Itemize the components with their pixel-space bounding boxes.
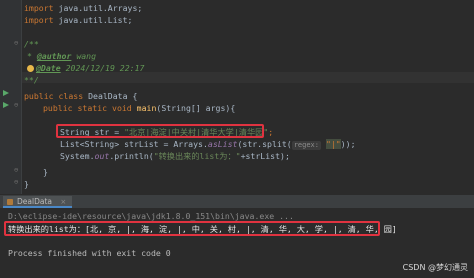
list-decl-text: List<String> strList = Arrays. xyxy=(60,139,208,149)
close-brace: } xyxy=(43,167,48,177)
split-arg: "|" xyxy=(325,139,341,149)
import-arrays-text: java.util.Arrays; xyxy=(58,3,143,13)
javadoc-open: /** xyxy=(24,39,39,49)
code-line-main-method: public static void main(String[] args){ xyxy=(43,103,235,114)
editor-gutter: ⊖ ⊖ ⊖ ⊖ xyxy=(0,0,22,194)
method-name: main xyxy=(136,103,157,113)
code-line-class-decl: public class DealData { xyxy=(24,91,137,102)
code-line-close-method: } xyxy=(43,167,48,178)
println-end: +strList); xyxy=(240,151,290,161)
fold-marker-icon[interactable]: ⊖ xyxy=(14,40,18,47)
import-list-text: java.util.List; xyxy=(58,15,133,25)
fold-marker-icon[interactable]: ⊖ xyxy=(14,179,18,186)
close-tab-icon[interactable]: × xyxy=(60,198,66,206)
code-line-date: @Date 2024/12/19 22:17 xyxy=(27,63,144,74)
close-brace: } xyxy=(24,179,29,189)
fold-marker-icon[interactable]: ⊖ xyxy=(14,102,18,109)
system-class: System. xyxy=(60,151,95,161)
list-decl-end: )); xyxy=(340,139,356,149)
watermark-text: CSDN @梦幻通灵 xyxy=(402,263,468,272)
code-line-list-decl: List<String> strList = Arrays.asList(str… xyxy=(60,139,356,150)
author-tag: @auth xyxy=(36,51,62,61)
highlight-box-output xyxy=(4,221,380,236)
code-line-close-class: } xyxy=(24,179,29,190)
tab-dealdata[interactable]: DealData × xyxy=(3,196,73,208)
lightbulb-icon[interactable] xyxy=(27,65,34,72)
code-line-javadoc-close: **/ xyxy=(24,75,39,86)
split-call: (str.split( xyxy=(237,139,292,149)
method-params: (String[] args){ xyxy=(156,103,236,113)
javadoc-close: **/ xyxy=(24,75,39,85)
date-tag: @Date xyxy=(36,63,61,73)
fold-marker-icon[interactable]: ⊖ xyxy=(14,167,18,174)
code-line-import-list: import java.util.List; xyxy=(24,15,133,25)
code-line-import-arrays: import java.util.Arrays; xyxy=(24,3,143,13)
date-value: 2024/12/19 22:17 xyxy=(60,63,145,73)
aslist-call: asList xyxy=(207,139,238,149)
run-main-icon[interactable] xyxy=(3,102,9,108)
method-keywords: public static void xyxy=(43,103,137,113)
println-string: "转换出来的list为：" xyxy=(153,151,241,161)
console-finished-line: Process finished with exit code 0 xyxy=(8,248,171,258)
regex-param-hint: regex: xyxy=(291,141,321,150)
javadoc-star: * xyxy=(27,51,32,61)
author-value: wang xyxy=(71,51,97,61)
code-line-javadoc-open: /** xyxy=(24,39,39,50)
java-class-icon xyxy=(7,199,13,205)
println-call: .println( xyxy=(109,151,154,161)
out-field: out xyxy=(94,151,110,161)
author-tag-rest: or xyxy=(61,51,72,61)
semicolon: ; xyxy=(268,127,274,137)
code-line-println: System.out.println("转换出来的list为："+strList… xyxy=(60,151,290,162)
class-keyword: public class xyxy=(24,91,89,101)
code-editor[interactable]: ⊖ ⊖ ⊖ ⊖ import java.util.Arrays; import … xyxy=(0,0,474,194)
highlight-box-string xyxy=(56,124,264,138)
run-class-icon[interactable] xyxy=(3,90,9,96)
class-name: DealData { xyxy=(88,91,138,101)
tab-label: DealData xyxy=(17,197,52,206)
run-tab-bar: DealData × xyxy=(0,194,474,208)
code-line-author: * @author wang xyxy=(27,51,96,62)
